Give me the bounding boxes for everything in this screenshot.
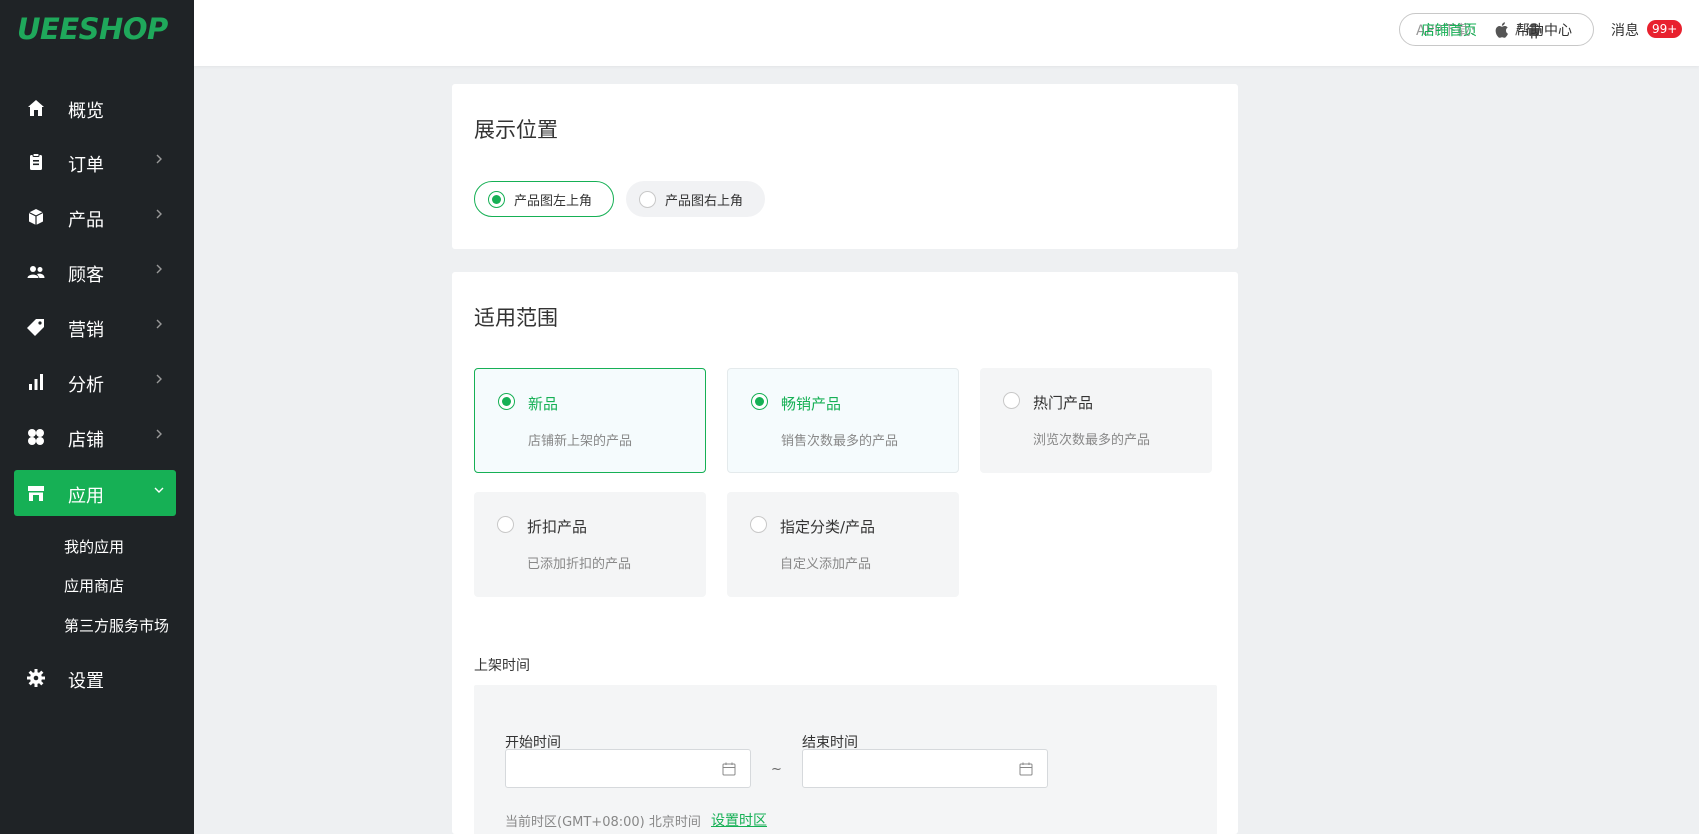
scope-option-desc: 浏览次数最多的产品 [1033,433,1151,448]
scope-option-desc: 店铺新上架的产品 [528,434,633,449]
scope-option-specified[interactable]: 指定分类/产品 自定义添加产品 [727,492,959,597]
users-icon [26,262,46,282]
sidebar-item-label: 设置 [68,671,104,692]
scope-option-title: 指定分类/产品 [780,518,876,536]
scope-option-title: 折扣产品 [527,518,588,536]
listing-time-label: 上架时间 [474,658,530,674]
radio-unchecked-icon [750,516,767,533]
sidebar-item-label: 营销 [68,320,104,341]
messages-badge: 99+ [1647,20,1683,38]
scope-option-desc: 自定义添加产品 [780,557,872,572]
position-top-left-option[interactable]: 产品图左上角 [474,181,614,217]
chevron-right-icon [156,154,162,164]
radio-checked-icon [751,393,768,410]
home-icon [26,98,46,118]
apple-icon[interactable] [1493,21,1509,39]
sidebar-item-overview[interactable]: 概览 [14,85,176,131]
scope-title: 适用范围 [474,306,558,330]
gear-icon [26,668,46,688]
scope-option-new[interactable]: 新品 店铺新上架的产品 [474,368,706,473]
radio-checked-icon [498,393,515,410]
start-time-input[interactable] [505,749,751,788]
end-time-input[interactable] [802,749,1048,788]
display-position-title: 展示位置 [474,118,558,142]
sidebar-subitem-app-store[interactable]: 应用商店 [64,575,124,596]
scope-option-desc: 销售次数最多的产品 [781,434,899,449]
chevron-right-icon [156,209,162,219]
tag-icon [26,317,46,337]
sidebar-subitem-my-apps[interactable]: 我的应用 [64,536,124,557]
sidebar-item-orders[interactable]: 订单 [14,139,176,185]
chevron-right-icon [156,374,162,384]
radio-unchecked-icon [497,516,514,533]
chevron-right-icon [156,264,162,274]
sidebar-subitem-third-party[interactable]: 第三方服务市场 [64,615,169,636]
scope-option-bestseller[interactable]: 畅销产品 销售次数最多的产品 [727,368,959,473]
store-home-link[interactable]: 店铺首页 [1421,20,1477,40]
sidebar-item-store[interactable]: 店铺 [14,414,176,460]
date-range-separator: ~ [771,762,782,777]
listing-time-panel: 开始时间 ~ 结束时间 当前时区(GMT+08:00) 北京时间 设置时区 [474,685,1217,834]
display-position-card: 展示位置 产品图左上角 产品图右上角 [452,84,1238,249]
scope-option-discount[interactable]: 折扣产品 已添加折扣的产品 [474,492,706,597]
sidebar-item-label: 应用 [68,486,104,507]
scope-option-popular[interactable]: 热门产品 浏览次数最多的产品 [980,368,1212,473]
store-icon [26,483,46,503]
position-option-label: 产品图左上角 [514,193,593,209]
box-icon [26,207,46,227]
scope-card: 适用范围 新品 店铺新上架的产品 畅销产品 销售次数最多的产品 热门产品 浏览次… [452,272,1238,834]
sidebar-item-settings[interactable]: 设置 [14,655,176,701]
sidebar-item-apps[interactable]: 应用 [14,470,176,516]
logo[interactable]: UEESHOP [17,12,168,46]
sidebar: UEESHOP 概览 订单 产品 顾客 营销 分析 店铺 应用 我的应用 应用商… [0,0,194,834]
sidebar-item-label: 订单 [68,155,104,176]
sidebar-item-label: 店铺 [68,430,104,451]
timezone-text: 当前时区(GMT+08:00) 北京时间 [505,815,701,830]
calendar-icon[interactable] [1019,762,1033,776]
messages-link[interactable]: 消息 [1611,20,1639,40]
grid-icon [26,427,46,447]
sidebar-item-customers[interactable]: 顾客 [14,249,176,295]
sidebar-item-analytics[interactable]: 分析 [14,359,176,405]
sidebar-item-marketing[interactable]: 营销 [14,304,176,350]
sidebar-item-products[interactable]: 产品 [14,194,176,240]
set-timezone-link[interactable]: 设置时区 [711,810,767,830]
radio-unchecked-icon [639,190,656,208]
chevron-right-icon [156,429,162,439]
chevron-right-icon [156,319,162,329]
scope-option-title: 新品 [528,395,559,413]
bar-chart-icon [26,372,46,392]
sidebar-item-label: 概览 [68,101,104,122]
radio-checked-icon [488,190,505,208]
help-center-link[interactable]: 帮助中心 [1516,20,1572,40]
calendar-icon[interactable] [722,762,736,776]
radio-unchecked-icon [1003,392,1020,409]
scope-option-desc: 已添加折扣的产品 [527,557,632,572]
chevron-down-icon [154,487,164,493]
sidebar-item-label: 分析 [68,375,104,396]
scope-option-title: 畅销产品 [781,395,842,413]
position-top-right-option[interactable]: 产品图右上角 [626,181,765,217]
sidebar-item-label: 顾客 [68,265,104,286]
clipboard-icon [26,152,46,172]
top-bar: APP下载: / 店铺首页 帮助中心 消息 [194,0,1699,66]
position-option-label: 产品图右上角 [665,193,744,209]
sidebar-item-label: 产品 [68,210,104,231]
scope-option-title: 热门产品 [1033,394,1094,412]
